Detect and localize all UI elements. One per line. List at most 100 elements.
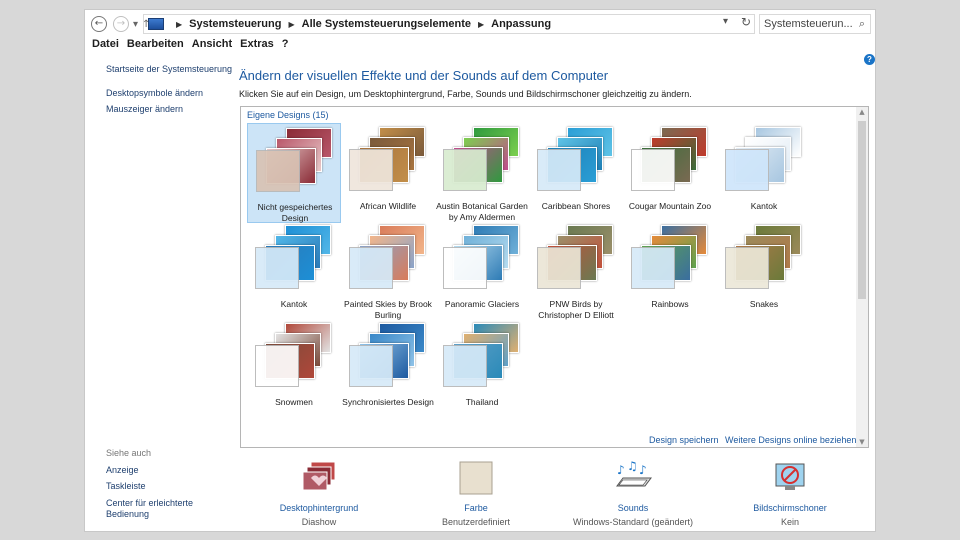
more-themes-online-link[interactable]: Weitere Designs online beziehen (725, 435, 856, 445)
window-color-swatch (725, 149, 769, 191)
see-also-ease-of-access[interactable]: Center für erleichterte Bedienung (106, 498, 206, 520)
window-color-swatch (443, 345, 487, 387)
menu-tools[interactable]: Extras (240, 38, 274, 54)
color-value: Benutzerdefiniert (441, 517, 511, 527)
theme-label: African Wildlife (359, 201, 417, 211)
theme-tile[interactable]: Snakes (717, 221, 811, 321)
theme-label: Snowmen (275, 397, 313, 407)
window-color-swatch (255, 247, 299, 289)
theme-tile[interactable]: Rainbows (623, 221, 717, 321)
menu-edit[interactable]: Bearbeiten (127, 38, 184, 54)
menu-file[interactable]: Datei (92, 38, 119, 54)
save-theme-link[interactable]: Design speichern (649, 435, 719, 445)
theme-label: Panoramic Glaciers (444, 299, 520, 309)
theme-preview (631, 225, 709, 295)
scroll-down-arrow[interactable]: ▼ (856, 438, 868, 446)
theme-label: Snakes (749, 299, 779, 309)
sidebar-link-mouse-pointer[interactable]: Mauszeiger ändern (106, 104, 183, 114)
theme-label: Kantok (750, 201, 778, 211)
theme-label: Cougar Mountain Zoo (628, 201, 712, 211)
refresh-button[interactable]: ↻ (741, 15, 751, 29)
screensaver-title: Bildschirmschoner (753, 503, 827, 513)
desktop-background-title: Desktophintergrund (279, 503, 359, 513)
color-item[interactable]: Farbe Benutzerdefiniert (406, 460, 546, 527)
scroll-up-arrow[interactable]: ▲ (856, 108, 868, 116)
theme-tile[interactable]: Caribbean Shores (529, 123, 623, 223)
address-bar[interactable]: ▶ Systemsteuerung ▶ Alle Systemsteuerung… (143, 14, 755, 34)
theme-tile[interactable]: Synchronisiertes Design (341, 319, 435, 419)
theme-preview (443, 323, 521, 393)
color-title: Farbe (464, 503, 488, 513)
search-placeholder: Systemsteuerun... (764, 18, 853, 30)
theme-tile[interactable]: Austin Botanical Garden by Amy Aldermen (435, 123, 529, 223)
theme-tile[interactable]: Kantok (717, 123, 811, 223)
theme-preview (349, 225, 427, 295)
scrollbar-thumb[interactable] (858, 121, 866, 299)
theme-tile[interactable]: Nicht gespeichertes Design (247, 123, 341, 223)
search-input[interactable]: Systemsteuerun... ⌕ (759, 14, 871, 34)
forward-button[interactable]: → (113, 16, 129, 32)
menu-help[interactable]: ? (282, 38, 289, 54)
theme-tile[interactable]: Kantok (247, 221, 341, 321)
theme-preview (256, 128, 334, 198)
group-title: Eigene Designs (15) (247, 110, 329, 120)
window-color-swatch (631, 247, 675, 289)
desktop-background-item[interactable]: Desktophintergrund Diashow (249, 460, 389, 527)
sidebar-link-desktop-icons[interactable]: Desktopsymbole ändern (106, 88, 203, 98)
page-subtitle: Klicken Sie auf ein Design, um Desktophi… (239, 89, 692, 99)
svg-text:♪: ♪ (639, 463, 647, 477)
breadcrumb-item[interactable]: Alle Systemsteuerungselemente (302, 18, 471, 30)
breadcrumb-separator: ▶ (288, 19, 295, 29)
window-color-swatch (255, 345, 299, 387)
breadcrumb-separator: ▶ (477, 19, 485, 29)
theme-label: Painted Skies by Brook Burling (344, 299, 432, 320)
theme-preview (537, 225, 615, 295)
address-dropdown-button[interactable]: ▾ (723, 16, 728, 27)
breadcrumb-item[interactable]: Anpassung (491, 18, 551, 30)
theme-tile[interactable]: Snowmen (247, 319, 341, 419)
window-color-swatch (349, 345, 393, 387)
see-also-taskbar[interactable]: Taskleiste (106, 481, 146, 491)
theme-tile[interactable]: African Wildlife (341, 123, 435, 223)
theme-label: Synchronisiertes Design (342, 397, 434, 407)
theme-tile[interactable]: Panoramic Glaciers (435, 221, 529, 321)
menu-bar: Datei Bearbeiten Ansicht Extras ? (85, 38, 875, 54)
recent-locations-button[interactable]: ▾ (133, 19, 138, 30)
theme-label: PNW Birds by Christopher D Elliott (538, 299, 614, 320)
vertical-scrollbar[interactable]: ▲ ▼ (856, 107, 868, 447)
page-title: Ändern der visuellen Effekte und der Sou… (239, 68, 609, 83)
theme-label: Thailand (465, 397, 499, 407)
theme-tile[interactable]: Painted Skies by Brook Burling (341, 221, 435, 321)
svg-text:♫: ♫ (627, 460, 638, 473)
menu-view[interactable]: Ansicht (192, 38, 232, 54)
search-icon[interactable]: ⌕ (859, 17, 865, 31)
theme-tile[interactable]: Cougar Mountain Zoo (623, 123, 717, 223)
screensaver-item[interactable]: Bildschirmschoner Kein (720, 460, 860, 527)
theme-tile[interactable]: PNW Birds by Christopher D Elliott (529, 221, 623, 321)
theme-preview (443, 127, 521, 197)
window-color-swatch (537, 247, 581, 289)
theme-label: Austin Botanical Garden by Amy Aldermen (436, 201, 528, 222)
help-icon[interactable]: ? (864, 54, 875, 65)
window-color-swatch (443, 247, 487, 289)
window-color-swatch (537, 149, 581, 191)
sidebar-link-home[interactable]: Startseite der Systemsteuerung (106, 64, 232, 74)
svg-text:♪: ♪ (617, 463, 625, 477)
sounds-item[interactable]: ♪ ♫ ♪ Sounds Windows-Standard (geändert) (563, 459, 703, 527)
sounds-icon: ♪ ♫ ♪ (616, 459, 652, 487)
window-color-swatch (349, 247, 393, 289)
control-panel-window: ← → ▾ ↑ ▶ Systemsteuerung ▶ Alle Systems… (84, 9, 876, 532)
theme-preview (725, 127, 803, 197)
color-swatch-icon (459, 461, 493, 495)
theme-preview (255, 225, 333, 295)
theme-preview (725, 225, 803, 295)
theme-tile[interactable]: Thailand (435, 319, 529, 419)
theme-preview (537, 127, 615, 197)
theme-label: Rainbows (651, 299, 689, 309)
screensaver-value: Kein (780, 517, 799, 527)
back-button[interactable]: ← (91, 16, 107, 32)
see-also-display[interactable]: Anzeige (106, 465, 139, 475)
theme-preview (349, 127, 427, 197)
control-panel-icon (148, 18, 164, 30)
breadcrumb-item[interactable]: Systemsteuerung (189, 18, 281, 30)
